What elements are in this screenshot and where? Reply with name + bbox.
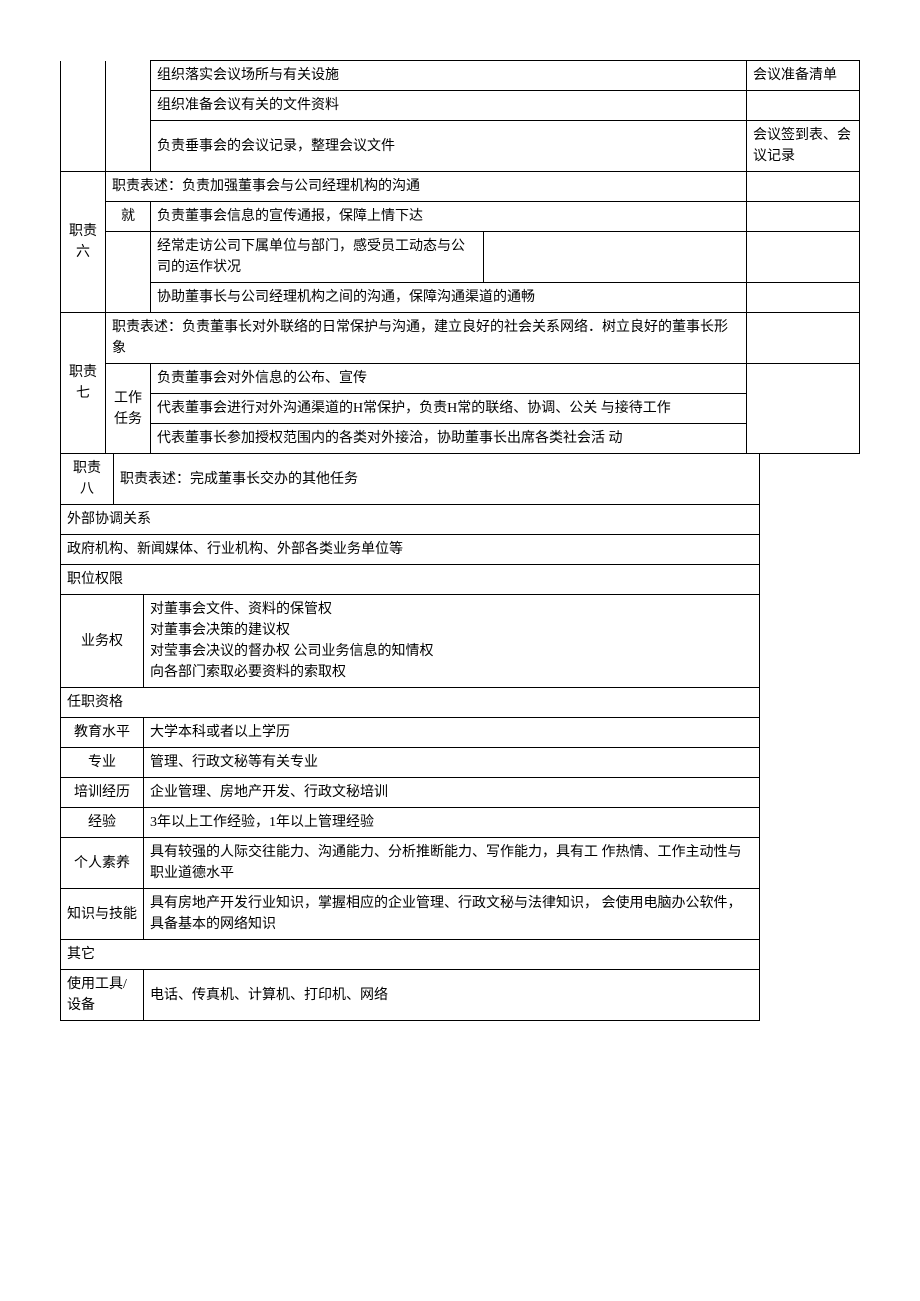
qual-content: 具有房地产开发行业知识，掌握相应的企业管理、行政文秘与法律知识， 会使用电脑办公… [144,889,760,940]
table-row: 组织准备会议有关的文件资料 [61,91,860,121]
table-duty-8: 职责八 职责表述：完成董事长交办的其他任务 [60,453,760,505]
qual-content: 管理、行政文秘等有关专业 [144,748,760,778]
duty-desc: 职责表述：完成董事长交办的其他任务 [114,454,760,505]
task-cell: 负责董事会对外信息的公布、宣传 [151,364,747,394]
other-content: 电话、传真机、计算机、打印机、网络 [144,970,760,1021]
qual-content: 3年以上工作经验，1年以上管理经验 [144,808,760,838]
qual-content: 具有较强的人际交往能力、沟通能力、分析推断能力、写作能力，具有工 作热情、工作主… [144,838,760,889]
section-header: 职位权限 [61,565,760,595]
table-row: 工作任务 负责董事会对外信息的公布、宣传 [61,364,860,394]
table-row: 组织落实会议场所与有关设施 会议准备清单 [61,61,860,91]
table-row: 外部协调关系 [61,505,760,535]
table-row: 任职资格 [61,688,760,718]
table-row: 职责八 职责表述：完成董事长交办的其他任务 [61,454,760,505]
duty-desc2: 负责董事会信息的宣传通报，保障上情下达 [151,202,747,232]
qual-label: 个人素养 [61,838,144,889]
table-row: 职责六 职责表述：负责加强董事会与公司经理机构的沟通 [61,172,860,202]
table-row: 个人素养 具有较强的人际交往能力、沟通能力、分析推断能力、写作能力，具有工 作热… [61,838,760,889]
other-label: 使用工具/设备 [61,970,144,1021]
duty-label: 职责六 [61,172,106,313]
table-row: 职责七 职责表述：负责董事长对外联络的日常保护与沟通，建立良好的社会关系网络．树… [61,313,860,364]
table-authority: 职位权限 业务权 对董事会文件、资料的保管权 对董事会决策的建议权 对莹事会决议… [60,564,760,688]
table-duty-6: 职责六 职责表述：负责加强董事会与公司经理机构的沟通 就 负责董事会信息的宣传通… [60,171,860,313]
table-other: 其它 使用工具/设备 电话、传真机、计算机、打印机、网络 [60,939,760,1021]
duty-label: 职责八 [61,454,114,505]
task-cell: 经常走访公司下属单位与部门，感受员工动态与公司的运作状况 [151,232,484,283]
task-cell: 代表董事长参加授权范围内的各类对外接洽，协助董事长出席各类社会活 动 [151,424,747,454]
qual-label: 培训经历 [61,778,144,808]
table-row: 知识与技能 具有房地产开发行业知识，掌握相应的企业管理、行政文秘与法律知识， 会… [61,889,760,940]
task-cell: 代表董事会进行对外沟通渠道的H常保护，负责H常的联络、协调、公关 与接待工作 [151,394,747,424]
table-external: 外部协调关系 政府机构、新闻媒体、行业机构、外部各类业务单位等 [60,504,760,565]
duty-label: 职责七 [61,313,106,454]
qual-label: 经验 [61,808,144,838]
table-row: 代表董事长参加授权范围内的各类对外接洽，协助董事长出席各类社会活 动 [61,424,860,454]
table-row: 代表董事会进行对外沟通渠道的H常保护，负责H常的联络、协调、公关 与接待工作 [61,394,860,424]
duty-desc: 职责表述：负责加强董事会与公司经理机构的沟通 [106,172,747,202]
task-cell: 组织落实会议场所与有关设施 [151,61,747,91]
table-row: 经常走访公司下属单位与部门，感受员工动态与公司的运作状况 [61,232,860,283]
task-cell: 组织准备会议有关的文件资料 [151,91,747,121]
section-header: 其它 [61,940,760,970]
qual-label: 知识与技能 [61,889,144,940]
table-row: 政府机构、新闻媒体、行业机构、外部各类业务单位等 [61,535,760,565]
table-row: 经验 3年以上工作经验，1年以上管理经验 [61,808,760,838]
qual-label: 专业 [61,748,144,778]
table-duty-7: 职责七 职责表述：负责董事长对外联络的日常保护与沟通，建立良好的社会关系网络．树… [60,312,860,454]
table-row: 负责垂事会的会议记录，整理会议文件 会议签到表、会议记录 [61,121,860,172]
table-qualification: 任职资格 教育水平 大学本科或者以上学历 专业 管理、行政文秘等有关专业 培训经… [60,687,760,940]
table-row: 协助董事长与公司经理机构之间的沟通，保障沟通渠道的通畅 [61,283,860,313]
table-row: 使用工具/设备 电话、传真机、计算机、打印机、网络 [61,970,760,1021]
table-row: 专业 管理、行政文秘等有关专业 [61,748,760,778]
task-cell: 协助董事长与公司经理机构之间的沟通，保障沟通渠道的通畅 [151,283,747,313]
output-cell [747,91,860,121]
desc2-prefix: 就 [106,202,151,232]
external-content: 政府机构、新闻媒体、行业机构、外部各类业务单位等 [61,535,760,565]
authority-content: 对董事会文件、资料的保管权 对董事会决策的建议权 对莹事会决议的督办权 公司业务… [144,595,760,688]
task-cell: 负责垂事会的会议记录，整理会议文件 [151,121,747,172]
duty-desc: 职责表述：负责董事长对外联络的日常保护与沟通，建立良好的社会关系网络．树立良好的… [106,313,747,364]
table-top-section: 组织落实会议场所与有关设施 会议准备清单 组织准备会议有关的文件资料 负责垂事会… [60,60,860,172]
table-row: 就 负责董事会信息的宣传通报，保障上情下达 [61,202,860,232]
qual-content: 企业管理、房地产开发、行政文秘培训 [144,778,760,808]
qual-content: 大学本科或者以上学历 [144,718,760,748]
section-header: 外部协调关系 [61,505,760,535]
table-row: 职位权限 [61,565,760,595]
table-row: 业务权 对董事会文件、资料的保管权 对董事会决策的建议权 对莹事会决议的督办权 … [61,595,760,688]
qual-label: 教育水平 [61,718,144,748]
table-row: 其它 [61,940,760,970]
authority-label: 业务权 [61,595,144,688]
tasks-label: 工作任务 [106,364,151,454]
section-header: 任职资格 [61,688,760,718]
table-row: 培训经历 企业管理、房地产开发、行政文秘培训 [61,778,760,808]
output-cell: 会议准备清单 [747,61,860,91]
output-cell: 会议签到表、会议记录 [747,121,860,172]
table-row: 教育水平 大学本科或者以上学历 [61,718,760,748]
